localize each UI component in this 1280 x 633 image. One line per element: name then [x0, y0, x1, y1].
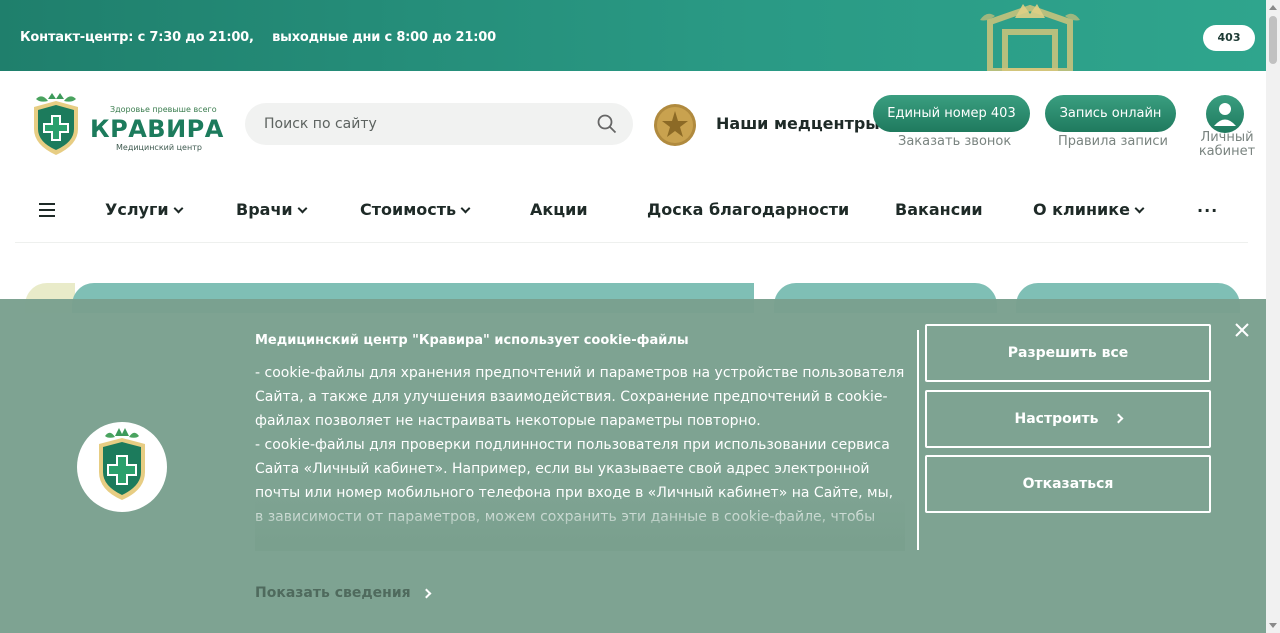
chevron-down-icon	[1134, 203, 1145, 214]
scroll-down-arrow-icon[interactable]	[1269, 623, 1277, 628]
cookie-paragraph-preferences: - cookie-файлы для хранения предпочтений…	[255, 365, 905, 429]
cabinet-label-line2: кабинет	[1198, 144, 1256, 159]
nav-item-promotions[interactable]: Акции	[530, 200, 588, 219]
nav-item-thanks-board[interactable]: Доска благодарности	[647, 200, 849, 219]
logo-subtitle: Медицинский центр	[116, 143, 202, 152]
award-medal-icon[interactable]	[653, 103, 697, 147]
cabinet-label-line1: Личный	[1200, 130, 1254, 145]
configure-label: Настроить	[1014, 411, 1099, 427]
crest-decoration-icon	[980, 4, 1080, 71]
nav-item-about-clinic[interactable]: О клинике	[1033, 200, 1145, 219]
single-number-button[interactable]: Единый номер 403	[873, 95, 1030, 132]
top-bar: Контакт-центр: с 7:30 до 21:00, выходные…	[0, 0, 1266, 71]
scroll-up-arrow-icon[interactable]	[1269, 5, 1277, 10]
show-details-label: Показать сведения	[255, 585, 411, 601]
nav-label-doctors: Врачи	[236, 200, 293, 219]
hamburger-menu-icon[interactable]	[39, 203, 55, 217]
logo-brand-name: КРАВИРА	[90, 115, 224, 143]
chevron-down-icon	[297, 203, 308, 214]
main-navigation: Услуги Врачи Стоимость Акции Доска благо…	[15, 181, 1248, 243]
chevron-down-icon	[460, 203, 471, 214]
cookie-text-fade	[255, 495, 905, 551]
kravira-logo[interactable]: Здоровье превыше всего КРАВИРА Медицинск…	[30, 93, 235, 155]
nav-item-doctors[interactable]: Врачи	[236, 200, 308, 219]
contact-center-hours: Контакт-центр: с 7:30 до 21:00,	[20, 30, 254, 45]
nav-label-services: Услуги	[105, 200, 169, 219]
nav-item-prices[interactable]: Стоимость	[360, 200, 471, 219]
nav-label-prices: Стоимость	[360, 200, 457, 219]
personal-cabinet-label: Личный кабинет	[1198, 131, 1256, 159]
chevron-right-icon	[421, 588, 432, 599]
search-icon[interactable]	[597, 114, 617, 134]
show-details-link[interactable]: Показать сведения	[255, 585, 432, 601]
nav-item-services[interactable]: Услуги	[105, 200, 183, 219]
kravira-shield-logo-icon	[34, 93, 78, 155]
weekend-hours: выходные дни с 8:00 до 21:00	[272, 30, 496, 45]
chevron-down-icon	[173, 203, 183, 214]
order-call-link[interactable]: Заказать звонок	[898, 134, 1011, 149]
cookie-divider	[917, 330, 919, 550]
cookie-logo	[77, 422, 167, 512]
our-medcenters-link[interactable]: Наши медцентры	[716, 114, 880, 133]
allow-all-button[interactable]: Разрешить все	[925, 324, 1211, 382]
more-menu-icon[interactable]: ...	[1197, 197, 1218, 216]
cookie-consent-banner: Медицинский центр "Кравира" использует c…	[0, 299, 1266, 633]
booking-rules-link[interactable]: Правила записи	[1058, 134, 1168, 149]
search-input[interactable]: Поиск по сайту	[264, 116, 377, 132]
chevron-right-icon	[1113, 413, 1123, 424]
site-search[interactable]: Поиск по сайту	[245, 103, 633, 145]
nav-item-vacancies[interactable]: Вакансии	[895, 200, 983, 219]
decline-button[interactable]: Отказаться	[925, 455, 1211, 513]
user-avatar-icon[interactable]	[1206, 95, 1244, 133]
phone-403-button[interactable]: 403	[1203, 25, 1255, 51]
logo-tagline: Здоровье превыше всего	[110, 105, 217, 114]
scrollbar-thumb[interactable]	[1269, 16, 1277, 64]
contact-hours: Контакт-центр: с 7:30 до 21:00, выходные…	[20, 30, 496, 45]
nav-label-about-clinic: О клинике	[1033, 200, 1130, 219]
site-header: Здоровье превыше всего КРАВИРА Медицинск…	[0, 71, 1266, 181]
page-scrollbar[interactable]	[1266, 0, 1280, 633]
configure-button[interactable]: Настроить	[925, 390, 1211, 448]
close-icon[interactable]	[1233, 321, 1251, 339]
online-booking-button[interactable]: Запись онлайн	[1045, 95, 1176, 132]
kravira-shield-logo-icon	[99, 428, 145, 500]
cookie-title: Медицинский центр "Кравира" использует c…	[255, 333, 689, 348]
